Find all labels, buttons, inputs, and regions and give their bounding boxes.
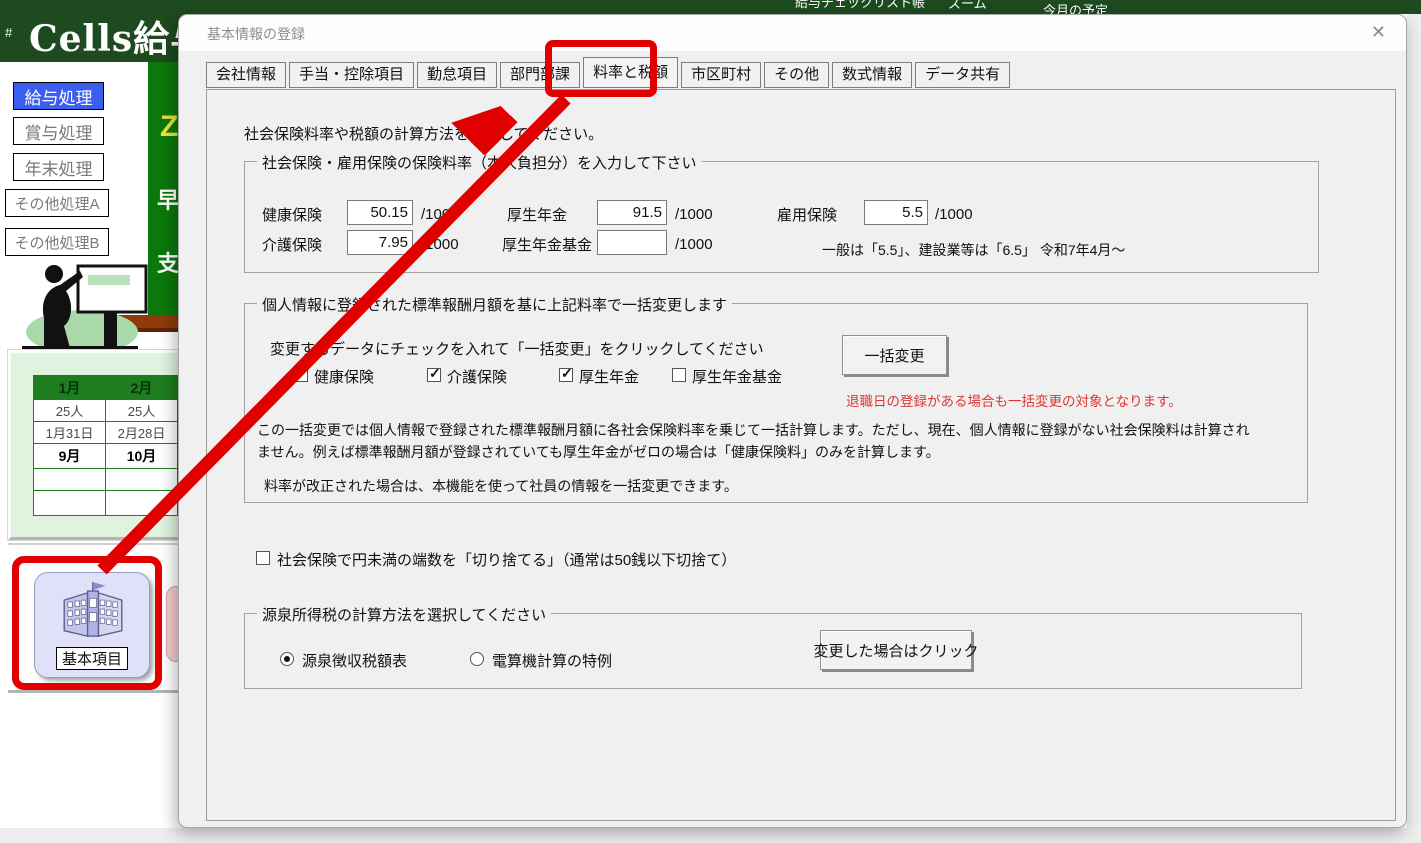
schedule-cell bbox=[33, 468, 106, 491]
schedule-header-cell: 2月 bbox=[105, 375, 178, 400]
employment-insurance-input[interactable]: 5.5 bbox=[864, 200, 928, 225]
schedule-cell: 2月28日 bbox=[105, 421, 178, 444]
pension-input[interactable]: 91.5 bbox=[597, 200, 667, 225]
employment-rate-note: 一般は「5.5」、建設業等は「6.5」 令和7年4月～ bbox=[822, 242, 1126, 258]
sidebar-item-yearend[interactable]: 年末処理 bbox=[13, 153, 104, 181]
bulk-change-button[interactable]: 一括変更 bbox=[842, 335, 947, 375]
radio-computer-calc-label: 電算機計算の特例 bbox=[492, 653, 613, 670]
tab-formula-info[interactable]: 数式情報 bbox=[832, 62, 913, 88]
bulk-checkbox-care-label: 介護保険 bbox=[447, 369, 508, 386]
sidebar-item-bonus[interactable]: 賞与処理 bbox=[13, 117, 104, 145]
tab-data-share[interactable]: データ共有 bbox=[915, 62, 1011, 88]
board-glyph-3: 支 bbox=[157, 251, 180, 276]
right-strip bbox=[1407, 14, 1421, 828]
dialog-titlebar: 基本情報の登録 ✕ bbox=[179, 15, 1406, 51]
bulk-group-label: 個人情報に登録された標準報酬月額を基に上記料率で一括変更します bbox=[257, 294, 733, 315]
schedule-table: 1月 2月 25人 25人 1月31日 2月28日 9月 10月 bbox=[33, 375, 178, 516]
bulk-checkbox-health-label: 健康保険 bbox=[314, 369, 375, 386]
tab-company-info[interactable]: 会社情報 bbox=[206, 62, 287, 88]
tab-rates-and-tax[interactable]: 料率と税額 bbox=[583, 57, 679, 88]
tab-attendance[interactable]: 勤怠項目 bbox=[417, 62, 498, 88]
bottom-strip bbox=[0, 828, 1421, 843]
hash-mark: # bbox=[5, 25, 13, 40]
apply-change-button[interactable]: 変更した場合はクリック bbox=[814, 630, 979, 670]
bulk-instruction: 変更するデータにチェックを入れて「一括変更」をクリックしてください bbox=[270, 341, 764, 358]
schedule-cell bbox=[105, 468, 178, 491]
pension-label: 厚生年金 bbox=[507, 207, 568, 224]
basic-info-dialog: 基本情報の登録 ✕ 会社情報 手当・控除項目 勤怠項目 部門部課 料率と税額 市… bbox=[178, 14, 1407, 828]
health-insurance-label: 健康保険 bbox=[262, 207, 323, 224]
bulk-desc-line2: ません。例えば標準報酬月額が登録されていても厚生年金がゼロの場合は「健康保険料」… bbox=[257, 444, 940, 460]
care-insurance-unit: /1000 bbox=[421, 236, 459, 253]
tab-other[interactable]: その他 bbox=[764, 62, 830, 88]
pension-fund-input[interactable] bbox=[597, 230, 667, 255]
tax-groupbox: 源泉所得税の計算方法を選択してください 源泉徴収税額表 電算機計算の特例 変更し… bbox=[244, 604, 1302, 689]
care-insurance-input[interactable]: 7.95 bbox=[347, 230, 413, 255]
close-icon[interactable]: ✕ bbox=[1371, 22, 1386, 43]
radio-withholding-table-label: 源泉徴収税額表 bbox=[302, 653, 408, 670]
schedule-cell: 10月 bbox=[105, 443, 178, 469]
presenter-clipart bbox=[22, 264, 148, 354]
bulk-checkbox-health[interactable] bbox=[294, 365, 308, 382]
pension-fund-unit: /1000 bbox=[675, 236, 713, 253]
top-menu-item-monthly-plan[interactable]: 今月の予定 bbox=[1043, 0, 1108, 14]
launcher-panel: 基本項目 bbox=[8, 543, 188, 693]
rates-groupbox: 社会保険・雇用保険の保険料率（本人負担分）を入力して下さい 健康保険 50.15… bbox=[244, 152, 1319, 273]
basic-items-button[interactable]: 基本項目 bbox=[34, 572, 150, 678]
dialog-tabstrip: 会社情報 手当・控除項目 勤怠項目 部門部課 料率と税額 市区町村 その他 数式… bbox=[206, 57, 1013, 88]
employment-insurance-label: 雇用保険 bbox=[777, 207, 838, 224]
schedule-panel: 1月 2月 25人 25人 1月31日 2月28日 9月 10月 bbox=[7, 349, 189, 541]
bulk-checkbox-pension-fund[interactable] bbox=[672, 368, 686, 382]
health-insurance-input[interactable]: 50.15 bbox=[347, 200, 413, 225]
intro-text: 社会保険料率や税額の計算方法を設定してください。 bbox=[244, 126, 604, 143]
sidebar-item-other-a[interactable]: その他処理A bbox=[5, 189, 109, 217]
care-insurance-label: 介護保険 bbox=[262, 237, 323, 254]
bulk-change-groupbox: 個人情報に登録された標準報酬月額を基に上記料率で一括変更します 変更するデータに… bbox=[244, 294, 1308, 503]
bulk-checkbox-pension-label: 厚生年金 bbox=[579, 369, 640, 386]
bulk-change-warning: 退職日の登録がある場合も一括変更の対象となります。 bbox=[846, 394, 1182, 409]
bulk-checkbox-pension-fund-label: 厚生年金基金 bbox=[692, 369, 783, 386]
bulk-checkbox-care[interactable] bbox=[427, 365, 441, 382]
dialog-title: 基本情報の登録 bbox=[207, 26, 305, 42]
schedule-cell: 9月 bbox=[33, 443, 106, 469]
top-menu-item-checklist[interactable]: 給与チェックリスト帳 bbox=[795, 0, 925, 11]
health-insurance-unit: /1000 bbox=[421, 206, 459, 223]
radio-withholding-table[interactable] bbox=[280, 652, 294, 666]
schedule-cell bbox=[105, 490, 178, 516]
bulk-checkbox-pension[interactable] bbox=[559, 365, 573, 382]
sidebar-item-other-b[interactable]: その他処理B bbox=[5, 228, 109, 256]
board-glyph-2: 早 bbox=[157, 188, 180, 213]
schedule-header-cell: 1月 bbox=[33, 375, 106, 400]
top-menu-item-zoom[interactable]: ズーム bbox=[948, 0, 987, 12]
rounding-checkbox[interactable] bbox=[256, 551, 270, 565]
schedule-cell bbox=[33, 490, 106, 516]
bulk-desc-footer: 料率が改正された場合は、本機能を使って社員の情報を一括変更できます。 bbox=[264, 478, 738, 494]
building-icon bbox=[63, 582, 123, 637]
schedule-cell: 1月31日 bbox=[33, 421, 106, 444]
sidebar-item-salary[interactable]: 給与処理 bbox=[13, 82, 104, 110]
tab-municipality[interactable]: 市区町村 bbox=[681, 62, 762, 88]
tab-departments[interactable]: 部門部課 bbox=[500, 62, 581, 88]
employment-insurance-unit: /1000 bbox=[935, 206, 973, 223]
tax-group-label: 源泉所得税の計算方法を選択してください bbox=[257, 604, 552, 625]
bulk-desc-line1: この一括変更では個人情報で登録された標準報酬月額に各社会保険料率を乗じて一括計算… bbox=[257, 422, 1250, 438]
board-glyph-1: Z bbox=[160, 110, 179, 143]
rates-group-label: 社会保険・雇用保険の保険料率（本人負担分）を入力して下さい bbox=[257, 152, 702, 173]
schedule-cell: 25人 bbox=[33, 399, 106, 422]
schedule-cell: 25人 bbox=[105, 399, 178, 422]
tab-allowance-deduction[interactable]: 手当・控除項目 bbox=[289, 62, 415, 88]
pension-fund-label: 厚生年金基金 bbox=[502, 237, 593, 254]
screen: { "app": { "hash": "#", "title": "Cells給… bbox=[0, 0, 1421, 843]
pension-unit: /1000 bbox=[675, 206, 713, 223]
rounding-checkbox-label: 社会保険で円未満の端数を「切り捨てる」（通常は50銭以下切捨て） bbox=[277, 552, 737, 569]
radio-computer-calc[interactable] bbox=[470, 652, 484, 666]
basic-items-button-label: 基本項目 bbox=[55, 647, 129, 670]
